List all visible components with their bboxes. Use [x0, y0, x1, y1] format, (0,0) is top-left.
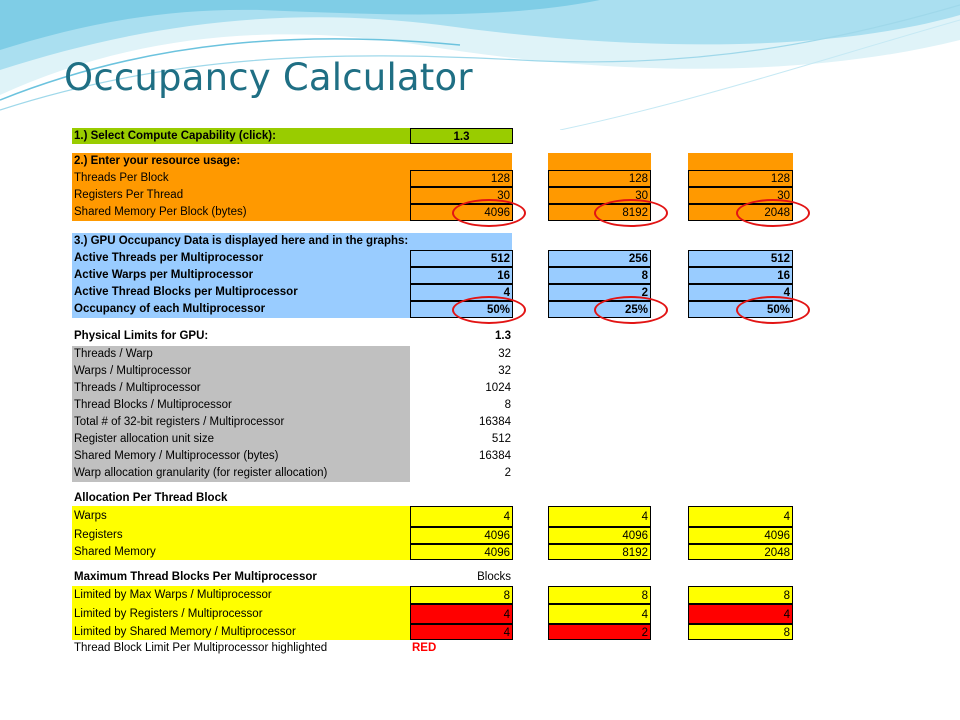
resource-input[interactable]: 128 [688, 170, 793, 187]
max-blocks-value: 4 [548, 604, 651, 624]
highlight-circle [594, 199, 668, 227]
max-blocks-value: 8 [688, 586, 793, 604]
physical-limit-label: Threads / Warp [72, 346, 410, 363]
physical-limit-label: Warp allocation granularity (for registe… [72, 465, 410, 482]
max-blocks-value: 2 [548, 624, 651, 640]
physical-limit-value: 2 [504, 467, 511, 479]
occupancy-row-label: Active Warps per Multiprocessor [72, 267, 410, 284]
max-blocks-row-label: Limited by Max Warps / Multiprocessor [72, 586, 410, 604]
physical-limit-value: 512 [491, 433, 511, 445]
max-blocks-unit: Blocks [477, 571, 511, 583]
physical-limit-label: Shared Memory / Multiprocessor (bytes) [72, 448, 410, 465]
max-blocks-value: 8 [548, 586, 651, 604]
physical-limit-value: 16384 [479, 450, 511, 462]
occupancy-row-label: Occupancy of each Multiprocessor [72, 301, 410, 318]
allocation-value: 4096 [688, 527, 793, 544]
compute-capability-label: 1.) Select Compute Capability (click): [72, 128, 410, 144]
max-blocks-value: 8 [410, 586, 513, 604]
physical-limit-value: 32 [498, 365, 511, 377]
allocation-value: 4 [548, 506, 651, 527]
physical-limit-label: Register allocation unit size [72, 431, 410, 448]
resource-row-label: Threads Per Block [72, 170, 410, 187]
allocation-row-label: Warps [72, 506, 410, 527]
physical-limits-capability: 1.3 [495, 330, 511, 342]
occupancy-value: 16 [688, 267, 793, 284]
compute-capability-select[interactable]: 1.3 [410, 128, 513, 144]
resource-input[interactable]: 128 [410, 170, 513, 187]
allocation-value: 4096 [410, 544, 513, 560]
physical-limit-value: 32 [498, 348, 511, 360]
occupancy-value: 512 [688, 250, 793, 267]
allocation-value: 4 [410, 506, 513, 527]
max-blocks-row-label: Limited by Registers / Multiprocessor [72, 604, 410, 624]
resource-header-col2 [548, 153, 651, 170]
occupancy-value: 256 [548, 250, 651, 267]
highlight-circle [452, 199, 526, 227]
physical-limits-heading: Physical Limits for GPU: [74, 330, 209, 342]
occupancy-value: 8 [548, 267, 651, 284]
physical-limit-value: 1024 [485, 382, 511, 394]
max-blocks-value: 4 [410, 604, 513, 624]
max-blocks-value: 8 [688, 624, 793, 640]
occupancy-row-label: Active Thread Blocks per Multiprocessor [72, 284, 410, 301]
block-limit-note-red: RED [412, 642, 437, 654]
allocation-value: 4096 [548, 527, 651, 544]
allocation-value: 2048 [688, 544, 793, 560]
slide-title: Occupancy Calculator [64, 56, 473, 99]
physical-limit-label: Total # of 32-bit registers / Multiproce… [72, 414, 410, 431]
highlight-circle [594, 296, 668, 324]
resource-input[interactable]: 128 [548, 170, 651, 187]
max-blocks-value: 4 [688, 604, 793, 624]
highlight-circle [736, 199, 810, 227]
resource-row-label: Registers Per Thread [72, 187, 410, 204]
physical-limit-value: 8 [504, 399, 511, 411]
allocation-heading: Allocation Per Thread Block [74, 492, 228, 504]
physical-limit-label: Warps / Multiprocessor [72, 363, 410, 380]
allocation-row-label: Shared Memory [72, 544, 410, 560]
max-blocks-heading: Maximum Thread Blocks Per Multiprocessor [74, 571, 317, 583]
block-limit-note: Thread Block Limit Per Multiprocessor hi… [74, 642, 328, 654]
max-blocks-value: 4 [410, 624, 513, 640]
occupancy-row-label: Active Threads per Multiprocessor [72, 250, 410, 267]
physical-limit-label: Threads / Multiprocessor [72, 380, 410, 397]
allocation-value: 4096 [410, 527, 513, 544]
physical-limit-label: Thread Blocks / Multiprocessor [72, 397, 410, 414]
resource-header-col3 [688, 153, 793, 170]
resource-usage-heading: 2.) Enter your resource usage: [72, 153, 512, 170]
allocation-row-label: Registers [72, 527, 410, 544]
resource-row-label: Shared Memory Per Block (bytes) [72, 204, 410, 221]
occupancy-data-heading: 3.) GPU Occupancy Data is displayed here… [72, 233, 512, 250]
highlight-circle [736, 296, 810, 324]
physical-limit-value: 16384 [479, 416, 511, 428]
max-blocks-row-label: Limited by Shared Memory / Multiprocesso… [72, 624, 410, 640]
occupancy-value: 16 [410, 267, 513, 284]
occupancy-value: 512 [410, 250, 513, 267]
highlight-circle [452, 296, 526, 324]
allocation-value: 8192 [548, 544, 651, 560]
allocation-value: 4 [688, 506, 793, 527]
